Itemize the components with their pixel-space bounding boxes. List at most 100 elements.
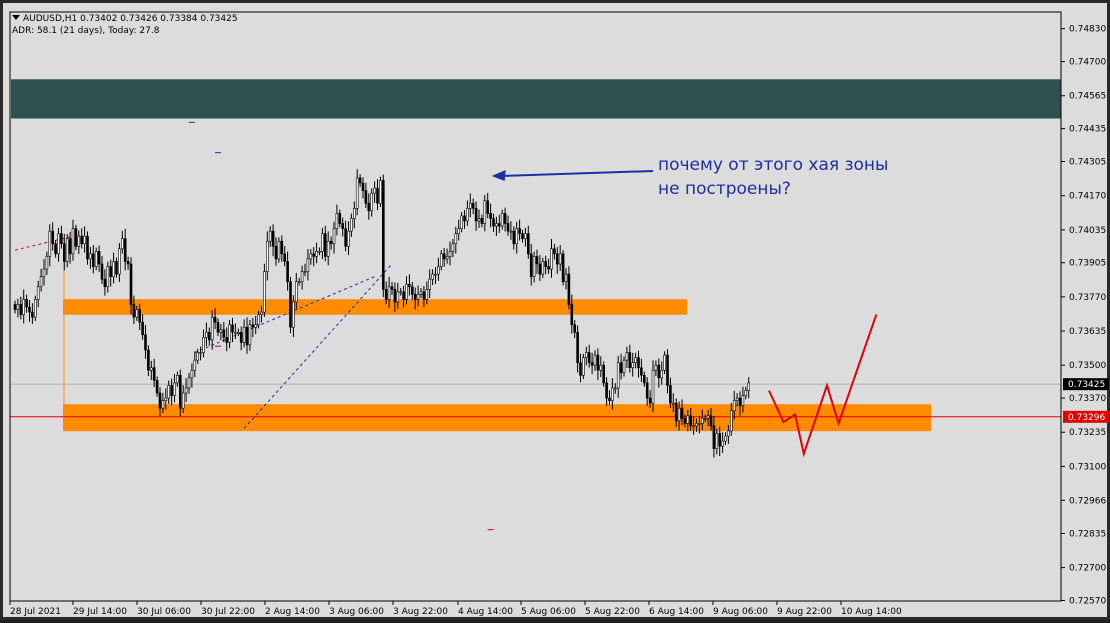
candle (541, 257, 545, 278)
candle-body (45, 256, 49, 270)
candle (184, 378, 188, 402)
candle (564, 268, 568, 290)
candle-body (695, 423, 698, 427)
candle (202, 329, 205, 358)
candle-body (402, 291, 405, 300)
x-tick-label: 28 Jul 2021 (10, 607, 61, 617)
candle (152, 358, 156, 388)
candle (463, 210, 466, 229)
candle-body (703, 418, 707, 420)
candle-body (341, 223, 345, 229)
candle-body (170, 385, 173, 396)
candle-body (222, 329, 226, 338)
candle-body (292, 301, 295, 328)
candle (640, 358, 643, 383)
candle-body (669, 385, 672, 404)
candle-body (611, 387, 614, 401)
candle-body (373, 187, 376, 194)
candle-body (158, 392, 162, 409)
candle (654, 360, 658, 377)
candle-body (297, 281, 301, 284)
candle-body (680, 407, 684, 419)
candle (254, 315, 257, 335)
candle-body (376, 187, 379, 204)
candle-body (315, 251, 318, 257)
candle-body (634, 357, 637, 363)
candle-body (179, 375, 182, 409)
candle-body (677, 407, 681, 422)
candle (526, 225, 530, 259)
y-tick-label: 0.74170 (1069, 192, 1106, 202)
candle (370, 188, 374, 217)
candle-body (109, 266, 112, 277)
candle-body (579, 362, 582, 376)
x-tick-label: 6 Aug 14:00 (649, 607, 704, 617)
candle-body (613, 387, 617, 390)
candle-body (361, 182, 365, 191)
candle-body (413, 294, 417, 300)
candle-body (405, 283, 408, 300)
candle-body (68, 238, 72, 255)
candle (605, 377, 608, 406)
candle-body (535, 256, 539, 265)
y-tick: 0.73905 (1061, 259, 1106, 269)
candle (216, 318, 220, 337)
y-tick-label: 0.72570 (1069, 596, 1106, 606)
candle (25, 294, 28, 313)
candle (118, 242, 121, 282)
candle-body (486, 200, 490, 214)
candle (74, 224, 78, 251)
candle (509, 221, 513, 240)
candle-body (265, 240, 269, 272)
candle-body (573, 324, 577, 333)
candle-body (724, 435, 727, 442)
x-tick: 6 Aug 14:00 (648, 601, 704, 617)
candle (457, 219, 461, 241)
candle (544, 255, 548, 275)
candle-body (642, 375, 646, 384)
candle (94, 247, 98, 271)
y-tick: 0.74170 (1061, 192, 1106, 202)
candle (31, 303, 34, 324)
candle (596, 348, 600, 381)
candle (77, 230, 81, 255)
candle-body (199, 352, 202, 354)
dropdown-triangle-icon[interactable] (12, 15, 20, 20)
candle (747, 377, 751, 399)
candle (321, 227, 324, 260)
candle-body (500, 213, 504, 227)
candle-body (712, 425, 716, 449)
candle (419, 288, 423, 299)
candle-body (567, 273, 571, 305)
candle-body (126, 261, 130, 265)
candle (208, 327, 211, 346)
y-tick-label: 0.74830 (1069, 25, 1106, 35)
candle-body (518, 228, 521, 234)
candle (437, 257, 440, 281)
candle (338, 209, 342, 228)
candle-body (39, 276, 43, 288)
candle (500, 209, 504, 230)
annotation-arrow-head (491, 170, 506, 181)
candle (480, 214, 484, 228)
candle (28, 300, 31, 322)
current-price-tag-label: 0.73425 (1068, 380, 1105, 390)
candle (19, 296, 23, 320)
candle-body (640, 367, 643, 376)
y-tick-label: 0.74700 (1069, 58, 1106, 68)
candle-body (208, 332, 211, 341)
x-tick-label: 4 Aug 14:00 (458, 607, 513, 617)
candle-body (657, 364, 661, 379)
y-tick: 0.73235 (1061, 428, 1106, 438)
y-tick-label: 0.74305 (1069, 158, 1106, 168)
candle (538, 255, 542, 281)
candle-body (106, 266, 110, 288)
candle (431, 269, 434, 285)
candle-body (332, 228, 336, 245)
candle-body (358, 177, 362, 184)
candle-body (509, 230, 513, 233)
candle-body (457, 228, 461, 234)
candle (558, 245, 562, 271)
candle (619, 353, 623, 380)
candle-body (686, 415, 690, 424)
